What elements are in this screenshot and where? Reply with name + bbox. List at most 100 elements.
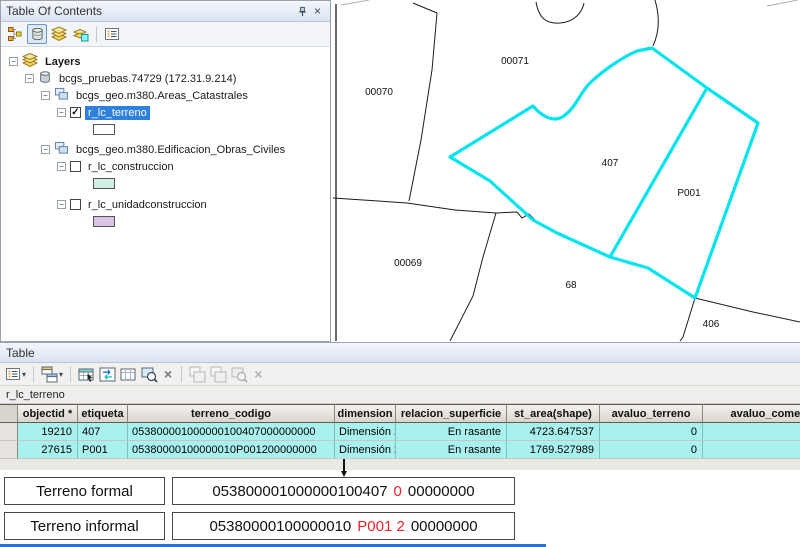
column-header[interactable]: avaluo_comer [703,404,800,423]
symbol-swatch-unidad[interactable] [93,216,115,227]
tree-item-layer-terreno[interactable]: − ✓ r_lc_terreno [1,104,330,121]
cell-etiqueta: 407 [78,423,128,441]
collapse-icon[interactable]: − [41,145,50,154]
cell-terreno-codigo: 05380000100000010P001200000000 [128,441,335,459]
toc-titlebar: Table Of Contents × [1,1,330,22]
list-by-visibility-icon[interactable] [49,24,69,44]
table-options-icon[interactable]: ▾ [5,366,26,382]
collapse-icon[interactable]: − [9,57,18,66]
column-header[interactable]: objectid * [18,404,78,423]
switch-selection-icon[interactable] [99,366,116,383]
tree-item-layer-construccion[interactable]: − r_lc_construccion [1,158,330,175]
table-titlebar: Table [0,343,800,363]
table-row[interactable]: 19210 407 053800001000000100407000000000… [0,423,800,441]
tree-item-group-edificacion[interactable]: − bcgs_geo.m380.Edificacion_Obras_Civile… [1,141,330,158]
feature-dataset-icon [54,141,69,158]
tree-label-group-areas[interactable]: bcgs_geo.m380.Areas_Catastrales [73,89,251,103]
cell-dimension: Dimensión 2 [335,423,396,441]
column-header[interactable]: terreno_codigo [128,404,335,423]
parcel-line [409,3,437,201]
terreno-formal-label: Terreno formal [36,483,133,500]
parcel-arc [536,2,584,23]
collapse-icon[interactable]: − [57,162,66,171]
tree-item-connection[interactable]: − bcgs_pruebas.74729 (172.31.9.214) [1,70,330,87]
toc-toolbar [1,22,330,47]
database-icon [38,70,52,88]
code-segment-highlight: P001 2 [357,518,405,535]
grid-header-row: objectid * etiqueta terreno_codigo dimen… [0,404,800,423]
collapse-icon[interactable]: − [41,91,50,100]
tree-item-layer-unidad[interactable]: − r_lc_unidadconstruccion [1,196,330,213]
tree-symbol-construccion[interactable] [1,175,330,192]
related-paste-icon[interactable] [210,366,227,383]
symbol-swatch-terreno[interactable] [93,124,115,135]
checkbox-unchecked-icon[interactable] [70,161,81,172]
select-by-attributes-icon[interactable] [78,366,95,383]
related-tables-icon[interactable]: ▾ [41,366,63,383]
list-by-source-icon[interactable] [27,24,47,44]
clear-selection-icon[interactable] [120,366,137,383]
list-by-selection-icon[interactable] [71,24,91,44]
delete-selected-icon[interactable]: × [162,367,174,381]
layers-icon [22,53,38,70]
selected-parcels-outline [450,48,758,298]
parcel-label: 00071 [501,56,529,67]
tree-label-layer-terreno[interactable]: r_lc_terreno [85,106,150,120]
toc-tree: − Layers − bcgs_pruebas.74729 (172.31.9.… [1,47,330,230]
toc-options-icon[interactable] [102,24,122,44]
close-icon[interactable]: × [310,4,325,19]
table-title: Table [6,346,35,360]
toolbar-separator [70,366,71,382]
cell-avaluo: 0 [600,441,703,459]
attribute-table-panel: Table ▾ ▾ × [0,342,800,470]
related-copy-icon[interactable] [189,366,206,383]
table-tab-label: r_lc_terreno [6,389,65,401]
feature-dataset-icon [54,87,69,104]
column-header[interactable]: relacion_superficie [396,404,507,423]
tree-symbol-terreno[interactable] [1,121,330,138]
zoom-to-selected-icon[interactable] [141,366,158,383]
tree-item-group-areas[interactable]: − bcgs_geo.m380.Areas_Catastrales [1,87,330,104]
list-by-drawing-order-icon[interactable] [5,24,25,44]
collapse-icon[interactable]: − [25,74,34,83]
collapse-icon[interactable]: − [57,108,66,117]
tree-label-layer-unidad[interactable]: r_lc_unidadconstruccion [85,198,210,212]
cell-relacion: En rasante [396,423,507,441]
tree-label-connection[interactable]: bcgs_pruebas.74729 (172.31.9.214) [56,72,239,86]
checkbox-unchecked-icon[interactable] [70,199,81,210]
related-delete-icon[interactable]: × [252,367,264,381]
cell-objectid: 27615 [18,441,78,459]
code-segment: 05380000100000010 [209,518,351,535]
column-header[interactable]: st_area(shape) [507,404,600,423]
tree-label-layer-construccion[interactable]: r_lc_construccion [85,160,177,174]
tree-symbol-unidad[interactable] [1,213,330,230]
toolbar-separator [33,366,34,382]
row-selector[interactable] [0,441,18,459]
column-header[interactable]: dimension [335,404,396,423]
toc-title: Table Of Contents [6,4,295,18]
column-header[interactable]: etiqueta [78,404,128,423]
tree-label-layers[interactable]: Layers [42,55,83,69]
table-tab[interactable]: r_lc_terreno [0,386,800,404]
chevron-down-icon: ▾ [22,370,26,379]
map-view[interactable]: 00070 00071 407 P001 00069 68 406 [333,0,800,341]
terreno-formal-label-box: Terreno formal [4,477,165,505]
down-arrow [341,459,347,478]
cell-objectid: 19210 [18,423,78,441]
tree-label-group-edificacion[interactable]: bcgs_geo.m380.Edificacion_Obras_Civiles [73,143,288,157]
parcel-label: 407 [602,158,619,169]
parcel-arc [653,0,658,46]
code-segment: 053800001000000100407 [212,483,387,500]
related-zoom-icon[interactable] [231,366,248,383]
pin-icon[interactable] [295,4,310,19]
collapse-icon[interactable]: − [57,200,66,209]
terreno-informal-code-box: 05380000100000010 P001 2 00000000 [172,512,515,540]
tree-item-layers[interactable]: − Layers [1,53,330,70]
terreno-informal-label: Terreno informal [30,518,138,535]
row-selector[interactable] [0,423,18,441]
symbol-swatch-construccion[interactable] [93,178,115,189]
table-row[interactable]: 27615 P001 05380000100000010P00120000000… [0,441,800,459]
column-header[interactable]: avaluo_terreno [600,404,703,423]
parcel-label: 00070 [365,87,393,98]
checkbox-checked-icon[interactable]: ✓ [70,107,81,118]
